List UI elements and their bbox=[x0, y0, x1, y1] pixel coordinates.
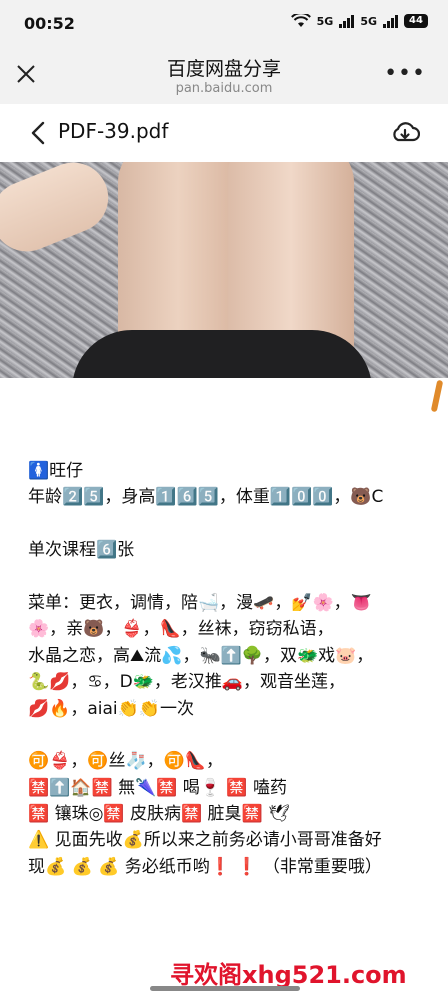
text-line: 单次课程6️⃣张 bbox=[28, 540, 135, 561]
text-lines: 🚺旺仔 年龄2️⃣5️⃣，身高1️⃣6️⃣5️⃣，体重1️⃣0️⃣0️⃣，🐻C … bbox=[28, 458, 428, 880]
photo-shorts bbox=[72, 330, 372, 378]
status-icons: 5G 5G 44 bbox=[290, 14, 428, 28]
status-time: 00:52 bbox=[24, 14, 75, 33]
text-line: 菜单：更衣，调情，陪🛁，漫🛹，💅🌸，👅 bbox=[28, 592, 372, 613]
text-line bbox=[28, 722, 428, 748]
cloud-download-icon[interactable] bbox=[390, 118, 420, 148]
file-name: PDF-39.pdf bbox=[58, 119, 169, 143]
text-line: 🌸，亲🐻，👙，👠，丝袜，窃窃私语， bbox=[28, 619, 334, 640]
text-line: 🈲 镶珠◎🈲 皮肤病🈲 脏臭🈲 🕊 bbox=[28, 804, 290, 825]
battery-icon: 44 bbox=[404, 14, 428, 28]
text-line: 🉑👙，🉑丝🧦，🉑👠， bbox=[28, 751, 224, 772]
home-indicator[interactable] bbox=[150, 986, 300, 991]
more-options-button[interactable]: ••• bbox=[384, 63, 426, 85]
network-label-1: 5G bbox=[316, 14, 334, 28]
photo-arm bbox=[0, 162, 119, 262]
page-title: 百度网盘分享 bbox=[166, 58, 281, 80]
text-line: ⚠️ 见面先收💰所以来之前务必请小哥哥准备好 bbox=[28, 830, 382, 851]
page-url: pan.baidu.com bbox=[175, 81, 273, 96]
text-line: 现💰 💰 💰 务必纸币哟❗ ❗ （非常重要哦） bbox=[28, 856, 382, 877]
wifi-icon bbox=[290, 14, 311, 27]
watermark: 寻欢阁xhg521.com bbox=[170, 961, 407, 989]
document-content: 🚺旺仔 年龄2️⃣5️⃣，身高1️⃣6️⃣5️⃣，体重1️⃣0️⃣0️⃣，🐻C … bbox=[0, 378, 448, 978]
text-line bbox=[28, 511, 428, 537]
signal-icon-1 bbox=[339, 14, 355, 28]
back-arrow-icon[interactable] bbox=[28, 120, 48, 146]
file-toolbar: PDF-39.pdf bbox=[0, 104, 448, 162]
status-bar: 00:52 5G 5G 44 bbox=[0, 0, 448, 48]
preview-photo bbox=[0, 162, 448, 378]
text-line: 🈲⬆️🏠🈲 無🌂🈲 喝🍷 🈲 嗑药 bbox=[28, 777, 287, 798]
text-line: 🚺旺仔 bbox=[28, 461, 84, 481]
network-label-2: 5G bbox=[360, 14, 377, 28]
text-line: 💋🔥，aiai👏👏一次 bbox=[28, 698, 194, 719]
accent-mark bbox=[430, 379, 444, 413]
text-line: 年龄2️⃣5️⃣，身高1️⃣6️⃣5️⃣，体重1️⃣0️⃣0️⃣，🐻C bbox=[28, 487, 384, 508]
text-line: 🐍💋，♋，D🐲，老汉推🚗，观音坐莲， bbox=[28, 672, 345, 693]
browser-header: 百度网盘分享 pan.baidu.com ••• bbox=[0, 48, 448, 104]
text-line bbox=[28, 564, 428, 590]
text-line: 水晶之恋，高⛰流💦，🐜⬆️🌳，双🐲戏🐷， bbox=[28, 645, 374, 666]
signal-icon-2 bbox=[383, 14, 398, 28]
